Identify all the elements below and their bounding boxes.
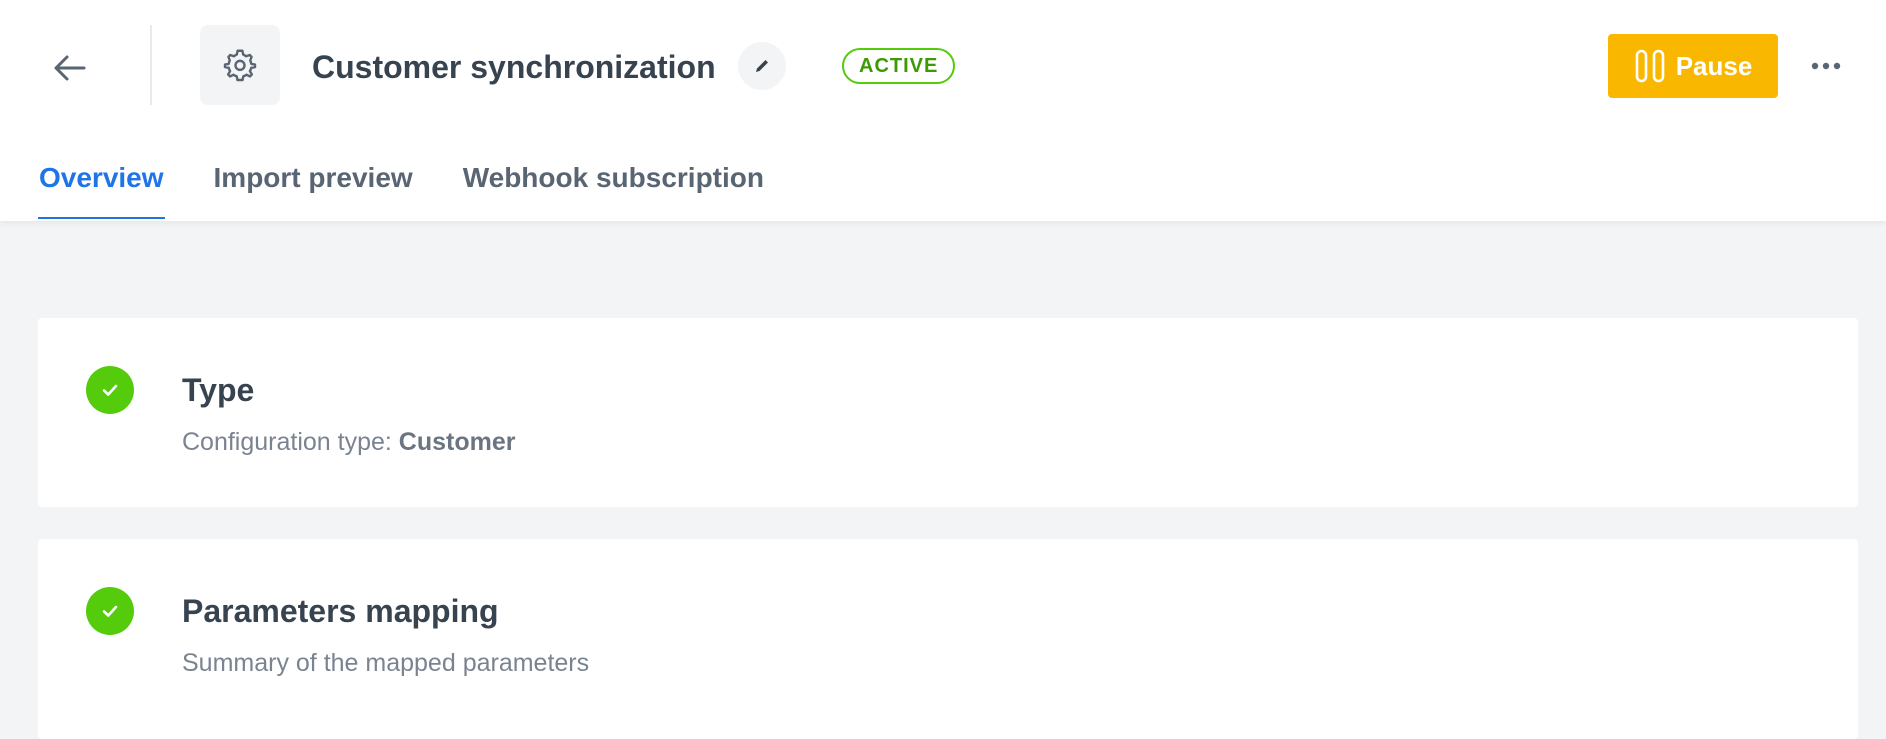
configuration-icon-tile	[200, 25, 280, 105]
tab-overview[interactable]: Overview	[38, 155, 165, 221]
tab-webhook-subscription[interactable]: Webhook subscription	[462, 155, 765, 221]
gear-icon	[223, 49, 257, 82]
type-card-description: Configuration type: Customer	[182, 424, 515, 460]
type-card: Type Configuration type: Customer	[38, 318, 1858, 507]
tab-bar: Overview Import preview Webhook subscrip…	[38, 155, 765, 221]
page-title: Customer synchronization	[312, 49, 716, 85]
pause-button[interactable]: Pause	[1608, 34, 1778, 98]
parameters-mapping-title: Parameters mapping	[182, 593, 499, 629]
pause-icon	[1635, 49, 1664, 83]
back-button[interactable]	[46, 44, 94, 92]
arrow-left-icon	[54, 55, 86, 81]
tab-import-preview[interactable]: Import preview	[213, 155, 414, 221]
parameters-mapping-description: Summary of the mapped parameters	[182, 649, 590, 677]
parameters-mapping-card: Parameters mapping Summary of the mapped…	[38, 539, 1858, 739]
pencil-icon	[756, 60, 768, 72]
configuration-type-value: Customer	[398, 428, 516, 456]
pause-button-label: Pause	[1675, 50, 1753, 81]
status-badge: ACTIVE	[842, 48, 956, 84]
configuration-type-label: Configuration type:	[182, 428, 399, 456]
edit-title-button[interactable]	[738, 42, 786, 90]
more-horizontal-icon	[1811, 62, 1841, 70]
check-circle-icon	[86, 587, 134, 635]
check-circle-icon	[86, 366, 134, 414]
more-options-button[interactable]	[1802, 42, 1850, 90]
header-divider	[150, 25, 152, 105]
page-header: Customer synchronization ACTIVE Pause Ov…	[0, 0, 1886, 221]
type-card-title: Type	[182, 372, 255, 408]
